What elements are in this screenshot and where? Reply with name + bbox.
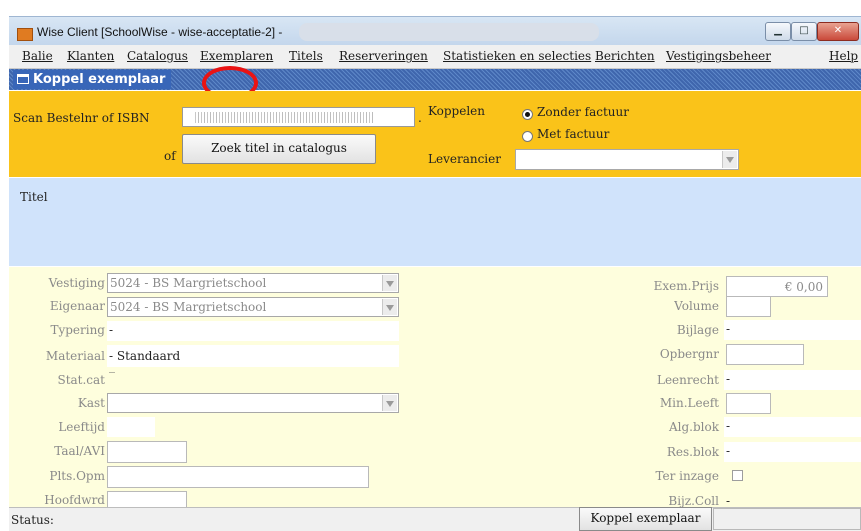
chevron-down-icon[interactable] xyxy=(382,299,397,315)
panel-title: Koppel exemplaar xyxy=(13,70,172,89)
exem-prijs-value: € 0,00 xyxy=(784,280,823,294)
radio-zonder-factuur[interactable] xyxy=(522,109,533,120)
menu-catalogus[interactable]: Catalogus xyxy=(127,49,188,63)
alg-blok-label: Alg.blok xyxy=(668,420,719,434)
chevron-down-icon[interactable] xyxy=(382,275,397,291)
scan-section: Scan Bestelnr of ISBN . of Zoek titel in… xyxy=(9,91,861,177)
koppelen-label: Koppelen xyxy=(428,104,485,118)
leverancier-select[interactable] xyxy=(515,149,739,170)
menubar: Balie Klanten Catalogus Exemplaren Titel… xyxy=(9,45,861,69)
alg-blok-value: - xyxy=(726,419,731,433)
met-factuur-label[interactable]: Met factuur xyxy=(537,127,609,141)
window-title: Wise Client [SchoolWise - wise-acceptati… xyxy=(37,25,283,39)
eigenaar-label: Eigenaar xyxy=(49,299,105,313)
scan-label: Scan Bestelnr of ISBN xyxy=(13,111,150,125)
title-section: Titel xyxy=(9,178,861,266)
typering-value: - xyxy=(109,323,114,337)
titel-label: Titel xyxy=(20,190,48,204)
exem-prijs-input[interactable]: € 0,00 xyxy=(726,276,828,297)
plts-opm-input[interactable] xyxy=(107,466,369,488)
vestiging-value: 5024 - BS Margrietschool xyxy=(110,276,267,290)
alg-blok-field: - xyxy=(724,417,861,437)
eigenaar-value: 5024 - BS Margrietschool xyxy=(110,300,267,314)
bijz-coll-label: Bijz.Coll xyxy=(668,494,719,508)
menu-reserveringen[interactable]: Reserveringen xyxy=(339,49,428,63)
koppel-exemplaar-button[interactable]: Koppel exemplaar xyxy=(579,507,712,531)
typering-label: Typering xyxy=(50,323,105,337)
materiaal-label: Materiaal xyxy=(45,349,105,363)
menu-exemplaren[interactable]: Exemplaren xyxy=(200,49,273,63)
typering-field: - xyxy=(107,321,399,341)
materiaal-field: - Standaard xyxy=(107,345,399,367)
leenrecht-value: - xyxy=(726,372,731,386)
bijz-coll-value: - xyxy=(726,494,731,508)
vestiging-select[interactable]: 5024 - BS Margrietschool xyxy=(107,273,399,293)
volume-input[interactable] xyxy=(726,296,771,317)
chevron-down-icon[interactable] xyxy=(722,151,737,168)
barcode-placeholder xyxy=(195,112,375,123)
menu-berichten[interactable]: Berichten xyxy=(595,49,655,63)
menu-klanten[interactable]: Klanten xyxy=(67,49,114,63)
zonder-factuur-label[interactable]: Zonder factuur xyxy=(537,105,629,119)
window-icon xyxy=(17,74,29,84)
status-label: Status: xyxy=(11,513,54,527)
taal-avi-label: Taal/AVI xyxy=(54,444,105,458)
hoofdwoord-input[interactable] xyxy=(107,491,187,507)
kast-label: Kast xyxy=(77,396,105,410)
panel-header: Koppel exemplaar xyxy=(9,69,861,90)
res-blok-field: - xyxy=(724,442,861,462)
vestiging-label: Vestiging xyxy=(48,276,105,290)
app-icon xyxy=(17,28,33,41)
menu-balie[interactable]: Balie xyxy=(22,49,53,63)
bijlage-field: - xyxy=(724,320,861,340)
kast-select[interactable] xyxy=(107,393,399,413)
hoofdwoord-label: Hoofdwrd xyxy=(44,493,105,507)
window-titlebar: Wise Client [SchoolWise - wise-acceptati… xyxy=(9,16,861,46)
leeftijd-field[interactable] xyxy=(107,417,155,437)
opbergnr-label: Opbergnr xyxy=(659,347,719,361)
materiaal-value: - Standaard xyxy=(109,349,181,363)
form-section: Vestiging 5024 - BS Margrietschool Eigen… xyxy=(9,267,861,508)
menu-statistieken[interactable]: Statistieken en selecties xyxy=(443,49,591,63)
res-blok-value: - xyxy=(726,444,731,458)
taal-avi-input[interactable] xyxy=(107,441,187,463)
leeftijd-label: Leeftijd xyxy=(58,420,105,434)
leenrecht-field: - xyxy=(724,370,861,390)
menu-titels[interactable]: Titels xyxy=(289,49,323,63)
dot-separator: . xyxy=(418,111,422,125)
ter-inzage-label: Ter inzage xyxy=(655,469,719,483)
ter-inzage-checkbox[interactable] xyxy=(732,470,743,481)
chevron-down-icon[interactable] xyxy=(382,395,397,411)
status-field xyxy=(713,508,861,530)
res-blok-label: Res.blok xyxy=(666,445,719,459)
opbergnr-input[interactable] xyxy=(726,344,804,365)
of-label: of xyxy=(164,149,176,163)
redacted-region xyxy=(299,23,599,41)
eigenaar-select[interactable]: 5024 - BS Margrietschool xyxy=(107,297,399,317)
maximize-button[interactable]: □ xyxy=(791,22,817,41)
leenrecht-label: Leenrecht xyxy=(656,373,719,387)
panel-title-text: Koppel exemplaar xyxy=(33,72,166,87)
search-catalog-button[interactable]: Zoek titel in catalogus xyxy=(182,134,376,164)
min-leeft-label: Min.Leeft xyxy=(659,396,719,410)
bijlage-label: Bijlage xyxy=(676,323,719,337)
isbn-input[interactable] xyxy=(182,107,415,127)
statcat-label: Stat.cat xyxy=(57,373,105,387)
menu-vestigingsbeheer[interactable]: Vestigingsbeheer xyxy=(666,49,771,63)
leverancier-label: Leverancier xyxy=(428,152,501,166)
min-leeft-input[interactable] xyxy=(726,393,771,414)
menu-help[interactable]: Help xyxy=(829,49,858,63)
bijlage-value: - xyxy=(726,322,731,336)
radio-met-factuur[interactable] xyxy=(522,131,533,142)
volume-label: Volume xyxy=(674,299,719,313)
status-bar: Status: Koppel exemplaar xyxy=(9,507,861,531)
minimize-button[interactable]: ▁ xyxy=(765,22,791,41)
statcat-value: _ xyxy=(109,359,115,373)
exem-prijs-label: Exem.Prijs xyxy=(653,279,719,293)
plts-opm-label: Plts.Opm xyxy=(49,469,105,483)
close-button[interactable]: ✕ xyxy=(817,22,859,41)
